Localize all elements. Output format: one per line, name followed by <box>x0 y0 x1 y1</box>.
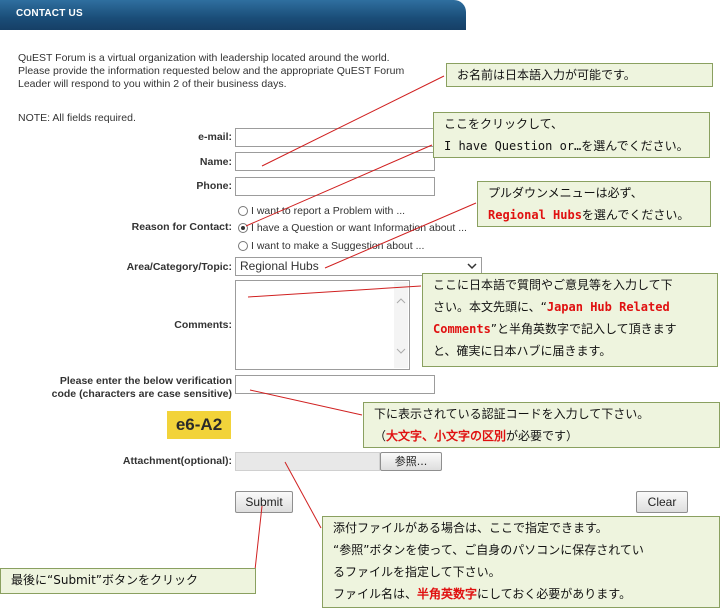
callout-verify: 下に表示されている認証コードを入力して下さい。 （大文字、小文字の区別が必要です… <box>363 402 720 448</box>
callout-dropdown: プルダウンメニューは必ず、 Regional Hubsを選んでください。 <box>477 181 711 227</box>
connector-verify <box>249 389 363 416</box>
connector-question <box>245 144 433 227</box>
connector-attach <box>284 461 322 529</box>
callout-submit: 最後に“Submit”ボタンをクリック <box>0 568 256 594</box>
callout-attachment: 添付ファイルがある場合は、ここで指定できます。 “参照”ボタンを使って、ご自身の… <box>322 516 720 608</box>
connector-comments <box>247 285 422 298</box>
callout-comments: ここに日本語で質問やご意見等を入力して下 さい。本文先頭に、“Japan Hub… <box>422 273 718 367</box>
connector-dropdown <box>324 202 477 269</box>
connector-name <box>261 75 445 167</box>
callout-name: お名前は日本語入力が可能です。 <box>446 63 713 87</box>
callout-question: ここをクリックして、 I have Question or…を選んでください。 <box>433 112 710 158</box>
connector-submit <box>254 505 263 571</box>
